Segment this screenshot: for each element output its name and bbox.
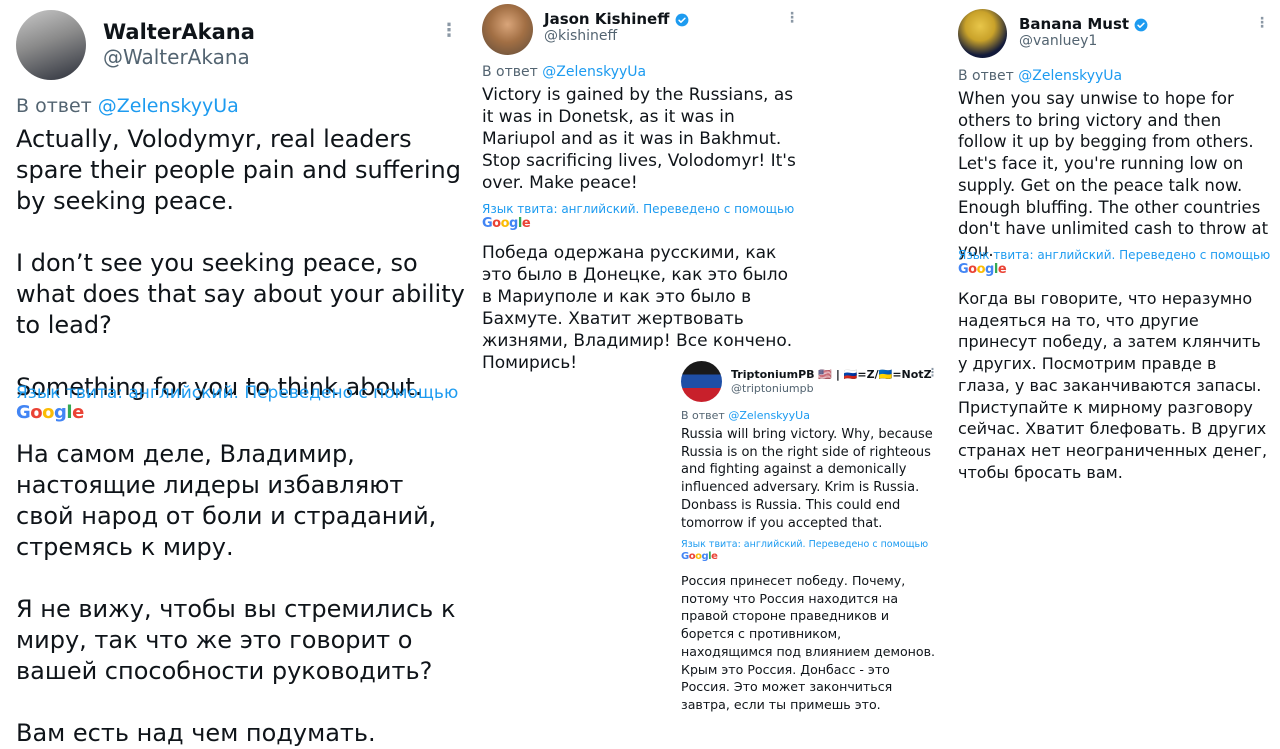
avatar[interactable] (958, 9, 1007, 58)
author-handle[interactable]: @WalterAkana (103, 45, 250, 69)
tweet-text-original: Victory is gained by the Russians, as it… (482, 85, 796, 193)
mention-link[interactable]: @ZelenskyyUa (98, 95, 239, 117)
avatar[interactable] (482, 4, 533, 55)
tweet-text-translated: Россия принесет победу. Почему, потому ч… (681, 573, 936, 712)
mention-link[interactable]: @ZelenskyyUa (1018, 68, 1122, 84)
author-name[interactable]: Jason Kishineff (544, 10, 689, 28)
tweet-paragraph: I don’t see you seeking peace, so what d… (16, 249, 465, 339)
reply-context: В ответ @ZelenskyyUa (16, 95, 239, 117)
reply-context: В ответ @ZelenskyyUa (681, 409, 810, 422)
reply-context: В ответ @ZelenskyyUa (482, 64, 647, 80)
author-name[interactable]: TriptoniumPB 🇺🇸 | 🇷🇺=Z/🇺🇦=NotZ (731, 368, 932, 381)
tweet-text-translated: Когда вы говорите, что неразумно надеять… (958, 289, 1268, 482)
tweet-paragraph: Я не вижу, чтобы вы стремились к миру, т… (16, 595, 456, 685)
google-logo: Google (958, 262, 1007, 277)
author-handle[interactable]: @kishineff (544, 28, 617, 44)
translation-note-link[interactable]: Язык твита: английский. Переведено с пом… (16, 383, 458, 403)
translation-note-link[interactable]: Язык твита: английский. Переведено с пом… (958, 248, 1270, 262)
translation-note-link[interactable]: Язык твита: английский. Переведено с пом… (482, 202, 794, 216)
tweet-paragraph: Вам есть над чем подумать. (16, 719, 376, 747)
tweet-paragraph: Actually, Volodymyr, real leaders spare … (16, 125, 461, 215)
translation-note-link[interactable]: Язык твита: английский. Переведено с пом… (681, 539, 928, 550)
avatar[interactable] (681, 361, 722, 402)
avatar[interactable] (16, 10, 86, 80)
more-options-icon[interactable]: ⋮ (440, 20, 458, 41)
mention-link[interactable]: @ZelenskyyUa (542, 64, 646, 80)
google-logo: Google (16, 402, 84, 423)
tweet-text-translated: Победа одержана русскими, как это было в… (482, 243, 793, 373)
tweet-text-original: When you say unwise to hope for others t… (958, 89, 1269, 260)
verified-badge-icon (1134, 18, 1148, 31)
more-options-icon[interactable]: ⋮ (785, 10, 799, 26)
author-handle[interactable]: @vanluey1 (1019, 33, 1097, 49)
reply-prefix: В ответ (16, 95, 92, 117)
tweet-text-original: Actually, Volodymyr, real leaders spare … (16, 124, 466, 403)
verified-badge-icon (675, 13, 689, 26)
tweet-paragraph: На самом деле, Владимир, настоящие лидер… (16, 440, 437, 561)
tweet-text-translated: На самом деле, Владимир, настоящие лидер… (16, 439, 466, 749)
author-handle[interactable]: @triptoniumpb (731, 382, 814, 395)
tweet-text-original: Russia will bring victory. Why, because … (681, 427, 933, 531)
more-options-icon[interactable]: ⋮ (927, 366, 938, 379)
author-name[interactable]: Banana Must (1019, 15, 1148, 33)
mention-link[interactable]: @ZelenskyyUa (728, 409, 810, 422)
google-logo: Google (482, 216, 531, 231)
more-options-icon[interactable]: ⋮ (1255, 15, 1269, 31)
google-logo: Google (681, 551, 718, 562)
reply-context: В ответ @ZelenskyyUa (958, 68, 1123, 84)
author-name[interactable]: WalterAkana (103, 20, 255, 44)
